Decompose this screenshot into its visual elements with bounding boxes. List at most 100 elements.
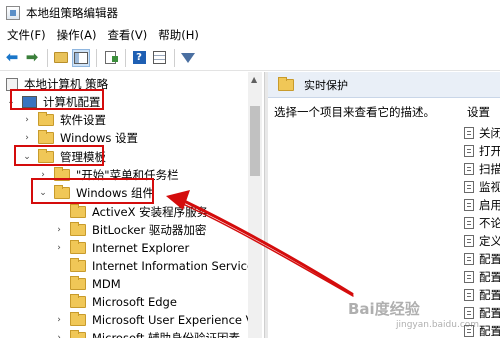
folder-icon: [70, 258, 86, 272]
tree-item[interactable]: ActiveX 安装程序服务: [54, 203, 208, 221]
setting-item[interactable]: 配置: [464, 286, 500, 304]
setting-item[interactable]: 关闭: [464, 124, 500, 142]
folder-icon: [70, 222, 86, 236]
details-title: 实时保护: [304, 78, 348, 92]
tree-item[interactable]: › Microsoft User Experience Vir: [54, 311, 261, 329]
setting-item[interactable]: 定义: [464, 232, 500, 250]
setting-label: 关闭: [479, 126, 500, 140]
setting-item[interactable]: 监视: [464, 178, 500, 196]
folder-icon: [38, 130, 54, 144]
scrollbar-thumb[interactable]: [250, 106, 260, 176]
tree-item-label: ActiveX 安装程序服务: [92, 205, 209, 219]
tree-item-software-settings[interactable]: › 软件设置: [22, 111, 106, 129]
setting-icon: [464, 289, 474, 301]
tree-item[interactable]: Microsoft Edge: [54, 293, 177, 311]
tree-pane: 本地计算机 策略 ⌄ 计算机配置 › 软件设置 › Windows 设置 ⌄ 管…: [0, 72, 264, 338]
tree-item-label: Microsoft Edge: [92, 295, 177, 309]
tree-item[interactable]: MDM: [54, 275, 121, 293]
back-button[interactable]: ⬅: [3, 49, 21, 67]
folder-icon: [70, 276, 86, 290]
highlight-box-windows-components: [31, 178, 154, 204]
setting-label: 打开: [479, 144, 500, 158]
setting-item[interactable]: 配置: [464, 250, 500, 268]
chevron-right-icon[interactable]: ›: [22, 133, 32, 143]
chevron-right-icon[interactable]: ›: [54, 225, 64, 235]
setting-label: 监视: [479, 180, 500, 194]
up-level-button[interactable]: [52, 49, 70, 67]
setting-item[interactable]: 打开: [464, 142, 500, 160]
setting-icon: [464, 307, 474, 319]
folder-icon: [70, 204, 86, 218]
setting-icon: [464, 163, 474, 175]
properties-grid-icon: [152, 51, 166, 64]
highlight-box-computer-config: [10, 89, 104, 110]
settings-list: 设置 关闭 打开 扫描 监视 启用 不论 定义 配置 配置 配置 配置 配置: [464, 98, 500, 338]
scroll-up-icon[interactable]: ▲: [251, 75, 257, 84]
settings-column-header[interactable]: 设置: [467, 104, 490, 120]
properties-button[interactable]: [150, 49, 168, 67]
setting-icon: [464, 181, 474, 193]
menu-view[interactable]: 查看(V): [104, 27, 155, 43]
help-icon: ?: [132, 51, 146, 64]
setting-item[interactable]: 启用: [464, 196, 500, 214]
chevron-right-icon[interactable]: ›: [22, 115, 32, 125]
tree-item[interactable]: › Microsoft 辅助身份验证因素: [54, 329, 240, 338]
setting-item[interactable]: 扫描: [464, 160, 500, 178]
chevron-right-icon[interactable]: ›: [54, 243, 64, 253]
setting-label: 配置: [479, 252, 500, 266]
show-tree-button[interactable]: [72, 48, 90, 67]
menu-bar: 文件(F) 操作(A) 查看(V) 帮助(H): [0, 25, 500, 45]
highlight-box-admin-templates: [14, 145, 104, 166]
setting-label: 配置: [479, 324, 500, 338]
setting-item[interactable]: 配置: [464, 268, 500, 286]
watermark: Bai度经验: [348, 300, 420, 318]
filter-button[interactable]: [179, 49, 197, 67]
description-text: 选择一个项目来查看它的描述。: [274, 105, 435, 119]
chevron-right-icon[interactable]: ›: [54, 333, 64, 338]
up-folder-icon: [54, 52, 68, 63]
tree-item[interactable]: › BitLocker 驱动器加密: [54, 221, 206, 239]
tree-item-label: Internet Explorer: [92, 241, 190, 255]
toolbar-separator: [96, 48, 97, 67]
toolbar-separator: [125, 48, 126, 67]
setting-label: 定义: [479, 234, 500, 248]
setting-label: 不论: [479, 216, 500, 230]
menu-help[interactable]: 帮助(H): [155, 27, 207, 43]
show-hide-tree-icon: [74, 51, 88, 64]
title-bar: 本地组策略编辑器: [0, 0, 500, 25]
folder-icon: [38, 112, 54, 126]
tree-item-label: Windows 设置: [60, 131, 138, 145]
tree-item[interactable]: Internet Information Services: [54, 257, 260, 275]
chevron-right-icon[interactable]: ›: [54, 315, 64, 325]
folder-icon: [70, 240, 86, 254]
tree-item[interactable]: › Internet Explorer: [54, 239, 189, 257]
forward-button[interactable]: ➡: [23, 49, 41, 67]
folder-icon: [70, 330, 86, 338]
setting-icon: [464, 145, 474, 157]
filter-icon: [181, 52, 195, 63]
export-list-icon: [104, 51, 118, 64]
setting-icon: [464, 217, 474, 229]
tree-scrollbar[interactable]: ▲: [248, 72, 262, 338]
window-title: 本地组策略编辑器: [26, 5, 118, 20]
setting-item[interactable]: 不论: [464, 214, 500, 232]
help-button[interactable]: ?: [130, 49, 148, 67]
toolbar: ⬅ ➡ ?: [0, 45, 500, 71]
folder-icon: [278, 76, 294, 91]
tree-item-label: Internet Information Services: [92, 259, 261, 273]
toolbar-separator: [174, 48, 175, 67]
app-icon: [6, 5, 20, 20]
menu-file[interactable]: 文件(F): [4, 27, 54, 43]
setting-icon: [464, 199, 474, 211]
watermark-url: jingyan.baidu.com: [396, 320, 480, 330]
toolbar-separator: [47, 48, 48, 67]
tree-item-label: MDM: [92, 277, 121, 291]
export-list-button[interactable]: [101, 49, 119, 67]
setting-label: 扫描: [479, 162, 500, 176]
menu-action[interactable]: 操作(A): [54, 27, 105, 43]
setting-label: 配置: [479, 270, 500, 284]
setting-label: 配置: [479, 288, 500, 302]
forward-arrow-icon: ➡: [25, 48, 39, 66]
back-arrow-icon: ⬅: [5, 48, 19, 66]
tree-item-label: BitLocker 驱动器加密: [92, 223, 207, 237]
